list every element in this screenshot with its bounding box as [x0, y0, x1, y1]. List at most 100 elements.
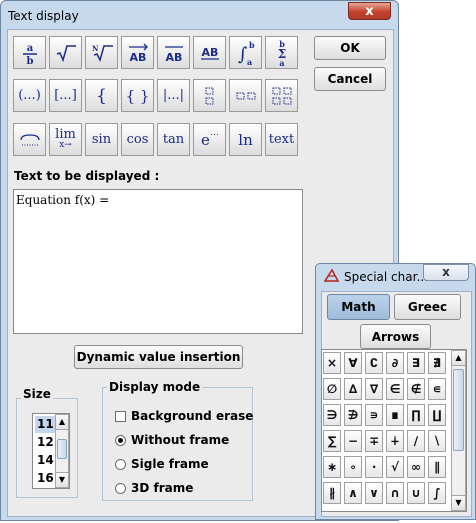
checkbox-icon[interactable]: [115, 410, 126, 422]
matrix-2x2-icon[interactable]: [265, 79, 298, 112]
radio-icon[interactable]: [115, 482, 126, 494]
brackets-icon[interactable]: [...]: [49, 79, 82, 112]
tab-arrows[interactable]: Arrows: [360, 324, 431, 349]
symbol-button[interactable]: ∄: [428, 352, 446, 374]
symbol-button[interactable]: ∈: [386, 378, 404, 400]
symbol-button[interactable]: ∃: [407, 352, 425, 374]
absolute-value-label: |...|: [162, 88, 185, 103]
symbol-button[interactable]: ∥: [428, 456, 446, 478]
symbol-button[interactable]: ∆: [344, 378, 362, 400]
limit-subscript: x→: [59, 139, 72, 150]
svg-text:AB: AB: [129, 51, 146, 63]
ok-button[interactable]: OK: [314, 36, 386, 60]
symbol-button[interactable]: √: [386, 456, 404, 478]
symbol-button[interactable]: ∗: [323, 456, 341, 478]
sum-icon[interactable]: bΣa: [265, 36, 298, 69]
symbol-button[interactable]: ∇: [365, 378, 383, 400]
symbol-button[interactable]: ∅: [323, 378, 341, 400]
symbol-button[interactable]: ∪: [407, 482, 425, 504]
sin-label: sin: [91, 132, 112, 147]
matrix-2x1-icon[interactable]: [193, 79, 226, 112]
limit-icon[interactable]: lim x→: [49, 123, 82, 156]
3d-frame-radio[interactable]: 3D frame: [115, 481, 193, 495]
tab-greec[interactable]: Greec: [394, 294, 461, 320]
radio-icon[interactable]: [115, 458, 126, 470]
braces-icon[interactable]: { }: [121, 79, 154, 112]
scroll-up-icon[interactable]: ▲: [452, 351, 465, 366]
symbol-button[interactable]: ∑: [323, 430, 341, 452]
absolute-value-icon[interactable]: |...|: [157, 79, 190, 112]
symbol-button[interactable]: ×: [323, 352, 341, 374]
square-root-icon[interactable]: [49, 36, 82, 69]
dialog-title: Text display: [8, 9, 79, 23]
symbol-button[interactable]: ∎: [386, 404, 404, 426]
exponential-icon[interactable]: e ⋯: [193, 123, 226, 156]
overbrace-icon[interactable]: [13, 123, 46, 156]
scroll-thumb[interactable]: [453, 369, 464, 451]
size-option-16[interactable]: 16: [35, 470, 55, 487]
symbol-button[interactable]: ∊: [428, 378, 446, 400]
symbol-button[interactable]: ∖: [428, 430, 446, 452]
nth-root-icon[interactable]: N: [85, 36, 118, 69]
symbol-button[interactable]: ∨: [365, 482, 383, 504]
dynamic-value-insertion-button[interactable]: Dynamic value insertion: [74, 345, 243, 369]
svg-text:N: N: [92, 44, 99, 53]
symbol-button[interactable]: ∀: [344, 352, 362, 374]
symbol-button[interactable]: ∞: [407, 456, 425, 478]
symbol-button[interactable]: ∫: [428, 482, 446, 504]
symbol-button[interactable]: ∏: [407, 404, 425, 426]
close-button[interactable]: x: [423, 264, 469, 281]
svg-text:b: b: [249, 40, 255, 50]
text-input-area[interactable]: Equation f(x) =: [13, 189, 303, 334]
scroll-thumb[interactable]: [57, 439, 67, 459]
background-erase-checkbox[interactable]: Background erase: [115, 409, 253, 423]
size-scrollbar[interactable]: ▲ ▼: [55, 414, 69, 488]
without-frame-radio[interactable]: Without frame: [115, 433, 229, 447]
sin-icon[interactable]: sin: [85, 123, 118, 156]
cos-icon[interactable]: cos: [121, 123, 154, 156]
tan-icon[interactable]: tan: [157, 123, 190, 156]
fraction-icon[interactable]: ab: [13, 36, 46, 69]
symbol-button[interactable]: ∙: [365, 456, 383, 478]
symbol-button[interactable]: ∁: [365, 352, 383, 374]
symbol-button[interactable]: ∉: [407, 378, 425, 400]
left-brace-icon[interactable]: {: [85, 79, 118, 112]
size-option-11[interactable]: 11: [35, 416, 55, 433]
symbol-scrollbar[interactable]: ▲ ▼: [451, 350, 466, 511]
scroll-up-icon[interactable]: ▲: [56, 415, 68, 430]
symbol-button[interactable]: ∐: [428, 404, 446, 426]
exponent-placeholder: ⋯: [209, 129, 219, 140]
symbol-button[interactable]: ∕: [407, 430, 425, 452]
symbol-button[interactable]: −: [344, 430, 362, 452]
parentheses-icon[interactable]: (...): [13, 79, 46, 112]
symbol-button[interactable]: ∧: [344, 482, 362, 504]
symbol-button[interactable]: ∂: [386, 352, 404, 374]
matrix-1x2-icon[interactable]: [229, 79, 262, 112]
symbol-button[interactable]: ∍: [365, 404, 383, 426]
single-frame-radio[interactable]: Sigle frame: [115, 457, 209, 471]
vector-icon[interactable]: AB: [121, 36, 154, 69]
cancel-button[interactable]: Cancel: [314, 67, 386, 91]
symbol-button[interactable]: ∩: [386, 482, 404, 504]
symbol-button[interactable]: ∦: [323, 482, 341, 504]
limit-label: lim: [55, 126, 76, 142]
size-option-12[interactable]: 12: [35, 434, 55, 451]
symbol-button[interactable]: ∓: [365, 430, 383, 452]
symbol-button[interactable]: ∔: [386, 430, 404, 452]
scroll-down-icon[interactable]: ▼: [56, 472, 68, 487]
scroll-down-icon[interactable]: ▼: [452, 495, 465, 510]
integral-icon[interactable]: ∫ b a: [229, 36, 262, 69]
underline-icon[interactable]: AB: [193, 36, 226, 69]
ln-icon[interactable]: ln: [229, 123, 262, 156]
symbol-button[interactable]: ∘: [344, 456, 362, 478]
symbol-button[interactable]: ∌: [344, 404, 362, 426]
radio-selected-icon[interactable]: [115, 434, 126, 446]
cos-label: cos: [126, 132, 149, 147]
size-option-14[interactable]: 14: [35, 452, 55, 469]
size-list[interactable]: 11 12 14 16 ▲ ▼: [32, 413, 70, 489]
symbol-button[interactable]: ∋: [323, 404, 341, 426]
tab-math[interactable]: Math: [327, 294, 390, 320]
close-button[interactable]: x: [348, 2, 391, 20]
text-icon[interactable]: text: [265, 123, 298, 156]
segment-icon[interactable]: AB: [157, 36, 190, 69]
